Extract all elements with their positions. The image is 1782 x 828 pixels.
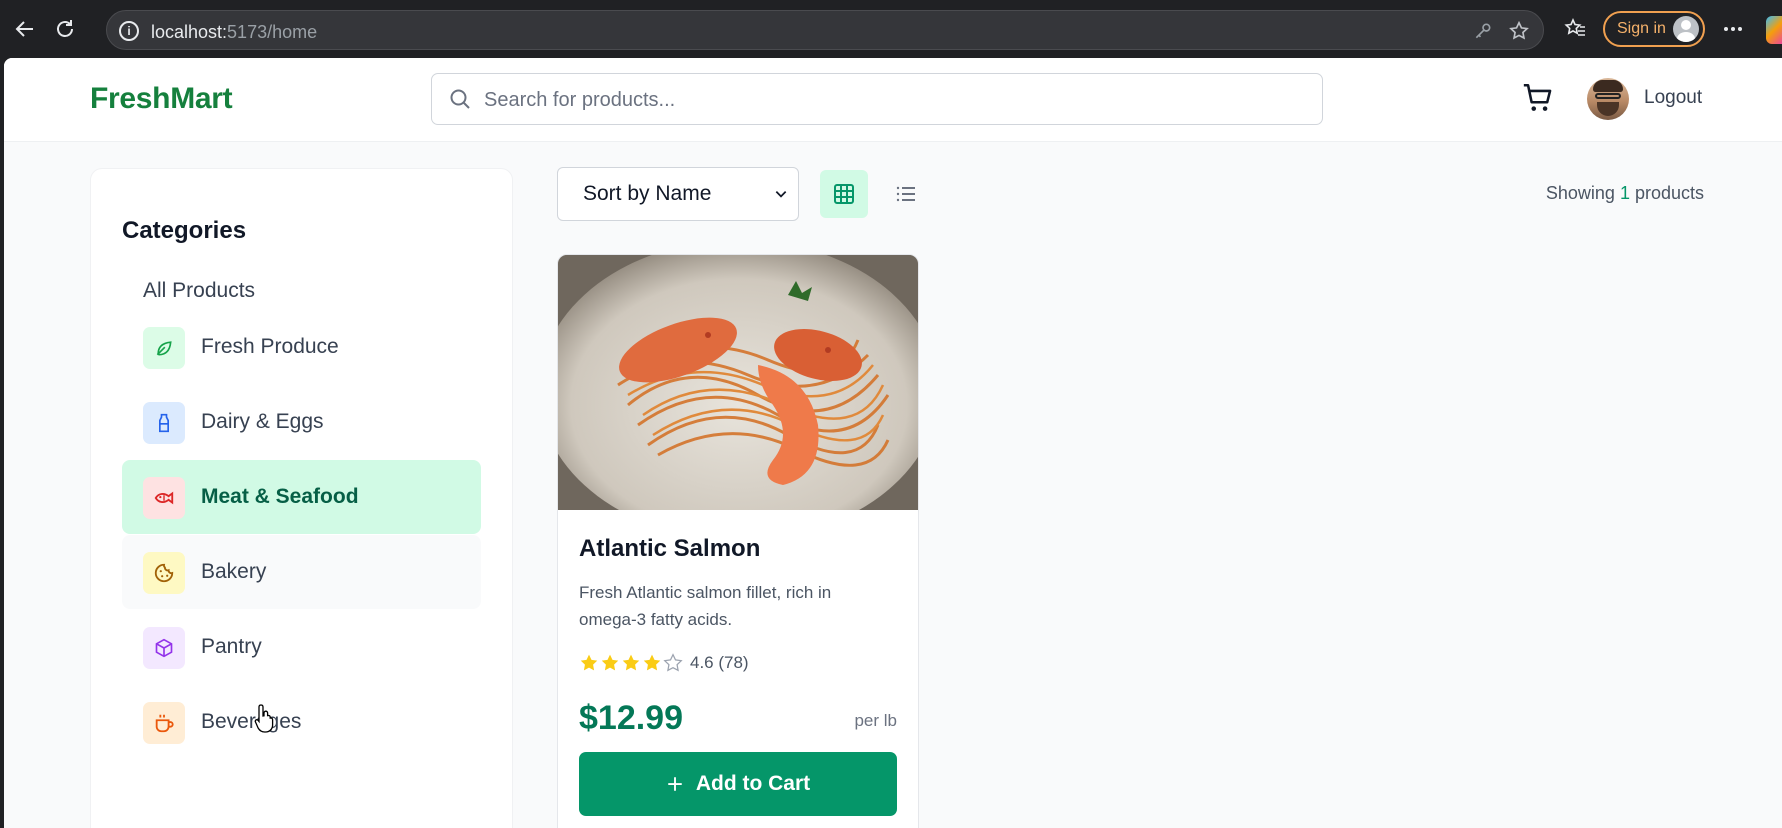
coffee-icon: [143, 702, 185, 744]
list-view-button[interactable]: [882, 170, 930, 218]
address-bar[interactable]: i localhost:5173/home: [106, 10, 1544, 50]
categories-title: Categories: [122, 217, 247, 244]
rating-text: 4.6 (78): [690, 653, 749, 672]
url-text[interactable]: localhost:5173/home: [151, 22, 317, 43]
sign-in-button[interactable]: Sign in: [1603, 11, 1705, 47]
category-label: Dairy & Eggs: [201, 410, 324, 433]
category-meat-seafood[interactable]: Meat & Seafood: [122, 460, 481, 534]
grid-icon: [834, 184, 854, 204]
star-bookmark-icon[interactable]: [1507, 19, 1531, 43]
user-avatar[interactable]: [1587, 78, 1629, 120]
box-icon: [143, 627, 185, 669]
product-price: $12.99: [579, 699, 683, 737]
search-box[interactable]: [431, 73, 1323, 125]
copilot-icon[interactable]: [1766, 16, 1782, 44]
logo[interactable]: FreshMart: [90, 82, 233, 116]
grid-view-button[interactable]: [820, 170, 868, 218]
fish-icon: [143, 477, 185, 519]
sort-selected-value: Sort by Name: [583, 182, 712, 205]
chevron-down-icon: [775, 191, 787, 198]
add-to-cart-button[interactable]: Add to Cart: [579, 752, 897, 816]
categories-sidebar: Categories All Products Fresh Produce Da…: [90, 168, 513, 828]
category-label: Bakery: [201, 560, 267, 583]
category-all-products[interactable]: All Products: [143, 279, 255, 303]
site-header: FreshMart Logout: [4, 58, 1782, 142]
category-label: Beverages: [201, 710, 302, 733]
search-input[interactable]: [484, 86, 1304, 114]
cookie-icon: [143, 552, 185, 594]
sort-select[interactable]: Sort by Name: [557, 167, 799, 221]
profile-icon: [1673, 16, 1699, 42]
site-info-icon[interactable]: i: [119, 21, 139, 41]
hand-pointer-cursor: [254, 704, 274, 733]
milk-bottle-icon: [143, 402, 185, 444]
product-card[interactable]: Atlantic Salmon Fresh Atlantic salmon fi…: [557, 254, 919, 828]
category-fresh-produce[interactable]: Fresh Produce: [122, 310, 481, 384]
key-icon[interactable]: [1471, 19, 1495, 43]
list-icon: [896, 186, 915, 202]
product-name[interactable]: Atlantic Salmon: [579, 535, 760, 563]
rating-stars: [579, 653, 683, 673]
product-description: Fresh Atlantic salmon fillet, rich in om…: [579, 583, 832, 629]
cart-icon[interactable]: [1521, 81, 1555, 115]
back-arrow-icon[interactable]: [10, 12, 40, 46]
browser-toolbar: i localhost:5173/home Sign in: [0, 0, 1782, 58]
category-label: Meat & Seafood: [201, 485, 359, 508]
star-filled-icon: [622, 654, 640, 671]
category-label: Fresh Produce: [201, 335, 339, 358]
star-filled-icon: [643, 654, 661, 671]
logout-button[interactable]: Logout: [1644, 87, 1702, 109]
favorites-icon[interactable]: [1560, 14, 1590, 44]
page: FreshMart Logout Categories All Products…: [4, 58, 1782, 828]
leaf-icon: [143, 327, 185, 369]
sign-in-label: Sign in: [1617, 20, 1666, 37]
star-filled-icon: [580, 654, 598, 671]
category-beverages[interactable]: Beverages: [122, 685, 481, 759]
star-filled-icon: [601, 654, 619, 671]
add-to-cart-label: Add to Cart: [695, 772, 811, 795]
category-label: Pantry: [201, 635, 262, 658]
category-dairy-eggs[interactable]: Dairy & Eggs: [122, 385, 481, 459]
category-pantry[interactable]: Pantry: [122, 610, 481, 684]
results-count: Showing 1 products: [1545, 183, 1704, 203]
search-icon: [450, 89, 470, 109]
refresh-icon[interactable]: [50, 12, 80, 46]
product-image[interactable]: [558, 255, 918, 510]
star-empty-icon: [663, 653, 683, 672]
more-menu-icon[interactable]: [1718, 14, 1748, 44]
plus-icon: [668, 777, 682, 791]
category-bakery[interactable]: Bakery: [122, 535, 481, 609]
product-unit: per lb: [854, 711, 897, 730]
